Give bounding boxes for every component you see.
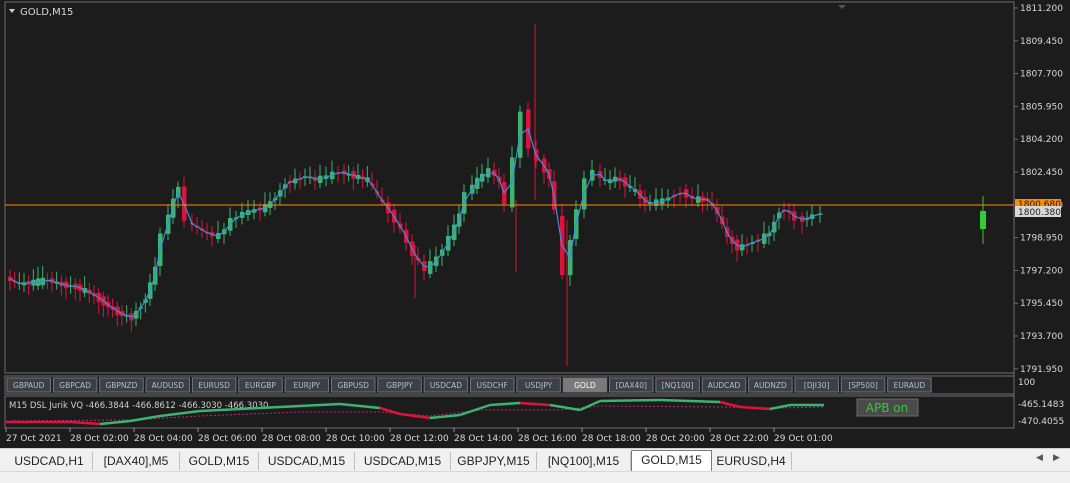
chart-tab[interactable]: GOLD,M15 (180, 452, 259, 470)
price-tick-label: 1797.200 (1020, 266, 1063, 276)
symbol-button-label: GBPAUD (13, 381, 45, 390)
symbol-button-label: USDJPY (525, 381, 553, 390)
time-tick-label: 28 Oct 10:00 (326, 434, 385, 444)
symbol-button-label: GBPNZD (105, 381, 137, 390)
indicator-axis-low: -470.4055 (1018, 417, 1064, 427)
time-tick-label: 28 Oct 12:00 (390, 434, 449, 444)
time-tick-label: 28 Oct 14:00 (454, 434, 513, 444)
symbol-button-label: AUDCAD (708, 381, 741, 390)
chart-tab[interactable]: USDCAD,H1 (6, 452, 93, 470)
trading-terminal: GOLD,M15 1811.200 1809.450 1807.700 1805.95… (0, 0, 1070, 483)
time-tick-label: 28 Oct 06:00 (198, 434, 257, 444)
price-tick-label: 1805.950 (1020, 102, 1063, 112)
price-tick-label: 1804.200 (1020, 135, 1063, 145)
price-tick-label: 1791.950 (1020, 365, 1063, 375)
symbol-button-label: [DAX40] (616, 381, 647, 390)
chart-tab[interactable]: EURUSD,H4 (711, 452, 792, 470)
last-candle-body (980, 211, 986, 229)
symbol-button-label: EURGBP (245, 381, 276, 390)
time-tick-label: 28 Oct 20:00 (646, 434, 705, 444)
indicator-axis-high: -465.1483 (1018, 400, 1064, 410)
symbol-button-label: GBPUSD (337, 381, 369, 390)
chart-tab[interactable]: GOLD,M15 (631, 450, 712, 471)
price-tick-label: 1795.450 (1020, 299, 1063, 309)
price-tick-label: 1793.700 (1020, 332, 1063, 342)
time-tick-label: 29 Oct 01:00 (774, 434, 833, 444)
chart-tabs: ◀ ▶ USDCAD,H1 [DAX40],M5 GOLD,M15 USDCAD,M1… (0, 448, 1070, 471)
chart-tab[interactable]: GBPJPY,M15 (451, 452, 537, 470)
chart-title: GOLD,M15 (20, 7, 73, 18)
time-tick-label: 28 Oct 02:00 (70, 434, 129, 444)
price-tick-label: 1811.200 (1020, 4, 1063, 14)
time-tick-label: 28 Oct 08:00 (262, 434, 321, 444)
price-tick-label: 1802.450 (1020, 168, 1063, 178)
symbol-button-label: USDCAD (430, 381, 462, 390)
chart-tab[interactable]: [NQ100],M15 (537, 452, 631, 470)
time-tick-label: 27 Oct 2021 (6, 434, 62, 444)
price-tick-label: 1809.450 (1020, 37, 1063, 47)
symbol-button-label: [NQ100] (662, 381, 694, 390)
symbol-button-label: GBPCAD (59, 381, 91, 390)
bid-price-label: 1800.380 (1018, 208, 1061, 218)
arrow-left-icon[interactable]: ◀ (1036, 453, 1043, 463)
price-tick-label: 1798.950 (1020, 234, 1063, 244)
arrow-right-icon[interactable]: ▶ (1053, 453, 1060, 463)
chart-tab[interactable]: USDCAD,M15 (259, 452, 355, 470)
chart-window[interactable]: GOLD,M15 1811.200 1809.450 1807.700 1805.95… (0, 0, 1070, 448)
indicator-axis-top: 100 (1018, 378, 1035, 388)
chart-tab[interactable]: [DAX40],M5 (93, 452, 180, 470)
symbol-button-label: EURAUD (894, 381, 926, 390)
apb-button-label: APB on (866, 401, 908, 415)
time-tick-label: 28 Oct 04:00 (134, 434, 193, 444)
symbol-button-label: USDCHF (477, 381, 508, 390)
indicator-segment (599, 398, 661, 403)
price-tick-label: 1807.700 (1020, 70, 1063, 80)
chart-tab[interactable]: USDCAD,M15 (355, 452, 451, 470)
symbol-button-label: EURUSD (198, 381, 230, 390)
time-tick-label: 28 Oct 18:00 (582, 434, 641, 444)
symbol-button-label: GOLD (574, 381, 596, 390)
symbol-button-label: [DJI30] (804, 381, 830, 390)
symbol-button-label: [SP500] (848, 381, 878, 390)
symbol-button-label: EURJPY (294, 381, 321, 390)
symbol-button-label: GBPJPY (386, 381, 413, 390)
symbol-button-label: AUDUSD (152, 381, 185, 390)
time-tick-label: 28 Oct 16:00 (518, 434, 577, 444)
symbol-button-label: AUDNZD (754, 381, 787, 390)
status-bar (0, 471, 1070, 483)
time-tick-label: 28 Oct 22:00 (710, 434, 769, 444)
